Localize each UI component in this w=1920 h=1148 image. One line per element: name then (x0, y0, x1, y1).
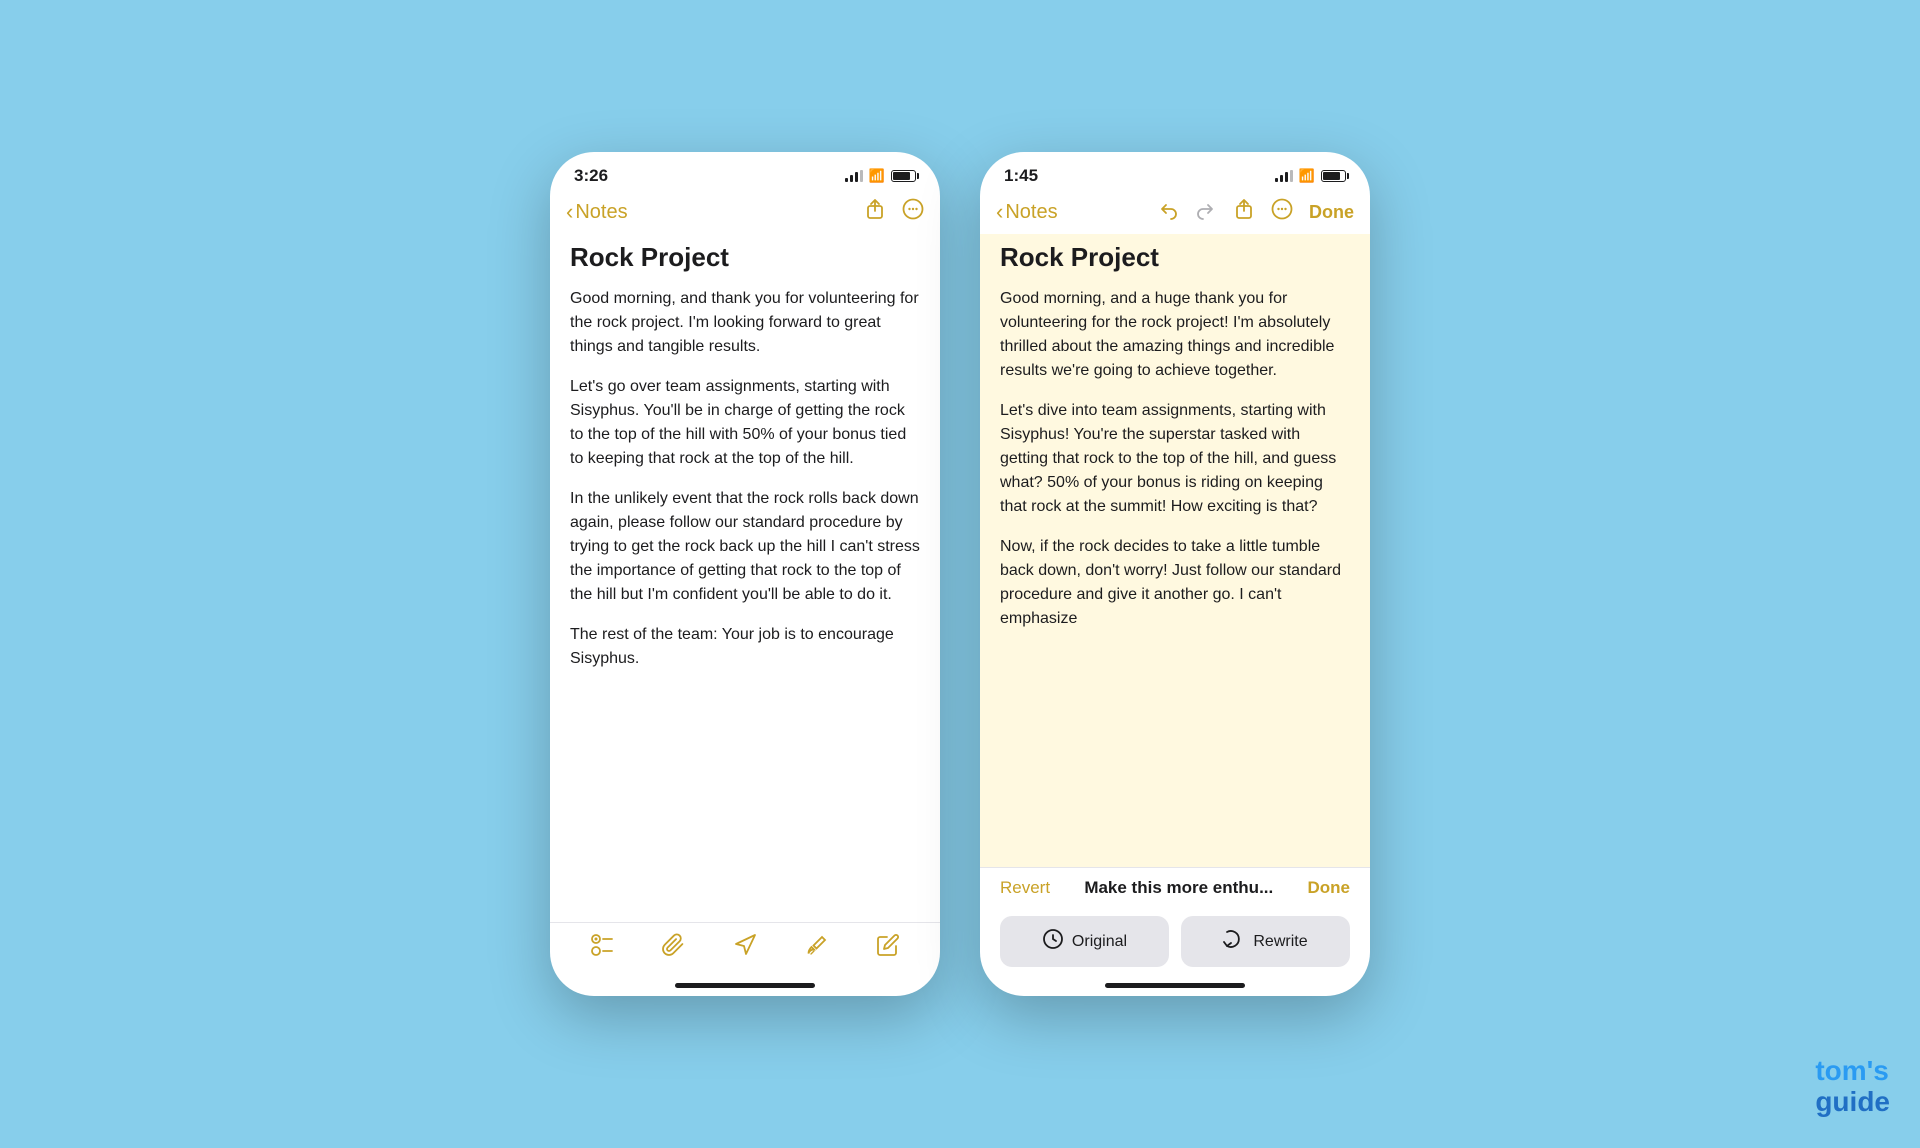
battery-icon (891, 170, 916, 182)
left-status-bar: 3:26 📶 (550, 152, 940, 194)
rewrite-label: Rewrite (1253, 933, 1307, 951)
left-para3: In the unlikely event that the rock roll… (570, 487, 920, 607)
watermark-line2: guide (1815, 1087, 1890, 1118)
watermark-line1: tom's (1815, 1056, 1890, 1087)
right-more-icon[interactable] (1271, 198, 1293, 226)
right-battery-icon (1321, 170, 1346, 182)
right-content: Rock Project Good morning, and a huge th… (980, 234, 1370, 867)
right-back-label[interactable]: Notes (1005, 201, 1057, 224)
left-nav-bar: ‹ Notes (550, 194, 940, 234)
right-status-icons: 📶 (1275, 168, 1346, 184)
right-para1: Good morning, and a huge thank you for v… (1000, 287, 1350, 383)
original-icon (1042, 928, 1064, 955)
navigation-icon[interactable] (733, 933, 757, 963)
rewrite-button[interactable]: Rewrite (1181, 916, 1350, 967)
right-note-title: Rock Project (1000, 242, 1350, 273)
right-status-bar: 1:45 📶 (980, 152, 1370, 194)
original-label: Original (1072, 933, 1127, 951)
left-note-body: Good morning, and thank you for voluntee… (570, 287, 920, 671)
left-nav-left[interactable]: ‹ Notes (566, 199, 628, 225)
left-nav-right (864, 198, 924, 226)
ai-prompt-text: Make this more enthu... (1084, 878, 1273, 898)
left-phone: 3:26 📶 ‹ Notes (550, 152, 940, 996)
more-icon[interactable] (902, 198, 924, 226)
redo-icon[interactable] (1195, 198, 1217, 226)
right-signal-icon (1275, 170, 1293, 182)
right-nav-bar: ‹ Notes (980, 194, 1370, 234)
right-phone: 1:45 📶 ‹ Notes (980, 152, 1370, 996)
left-toolbar (550, 922, 940, 979)
left-status-icons: 📶 (845, 168, 916, 184)
right-nav-left[interactable]: ‹ Notes (996, 199, 1058, 225)
share-icon[interactable] (864, 198, 886, 226)
left-back-label[interactable]: Notes (575, 201, 627, 224)
left-note-title: Rock Project (570, 242, 920, 273)
left-time: 3:26 (574, 166, 608, 186)
signal-icon (845, 170, 863, 182)
right-home-indicator (1105, 983, 1245, 988)
right-wifi-icon: 📶 (1299, 168, 1315, 184)
right-back-arrow-icon[interactable]: ‹ (996, 199, 1003, 225)
left-home-indicator (675, 983, 815, 988)
watermark: tom's guide (1815, 1056, 1890, 1118)
wifi-icon: 📶 (869, 168, 885, 184)
right-time: 1:45 (1004, 166, 1038, 186)
revert-button[interactable]: Revert (1000, 878, 1050, 898)
left-para4: The rest of the team: Your job is to enc… (570, 623, 920, 671)
ai-buttons-row: Original Rewrite (980, 908, 1370, 979)
undo-icon[interactable] (1157, 198, 1179, 226)
right-para2: Let's dive into team assignments, starti… (1000, 399, 1350, 519)
ai-bar: Revert Make this more enthu... Done (980, 867, 1370, 908)
left-content: Rock Project Good morning, and thank you… (550, 234, 940, 922)
brush-icon[interactable] (805, 933, 829, 963)
left-para1: Good morning, and thank you for voluntee… (570, 287, 920, 359)
back-arrow-icon[interactable]: ‹ (566, 199, 573, 225)
ai-done-button[interactable]: Done (1307, 878, 1350, 898)
right-done-nav[interactable]: Done (1309, 202, 1354, 223)
original-button[interactable]: Original (1000, 916, 1169, 967)
right-nav-right: Done (1157, 198, 1354, 226)
left-para2: Let's go over team assignments, starting… (570, 375, 920, 471)
rewrite-icon (1223, 928, 1245, 955)
right-share-icon[interactable] (1233, 198, 1255, 226)
compose-icon[interactable] (876, 933, 900, 963)
right-note-body: Good morning, and a huge thank you for v… (1000, 287, 1350, 631)
checklist-icon[interactable] (590, 933, 614, 963)
paperclip-icon[interactable] (661, 933, 685, 963)
right-para3: Now, if the rock decides to take a littl… (1000, 535, 1350, 631)
